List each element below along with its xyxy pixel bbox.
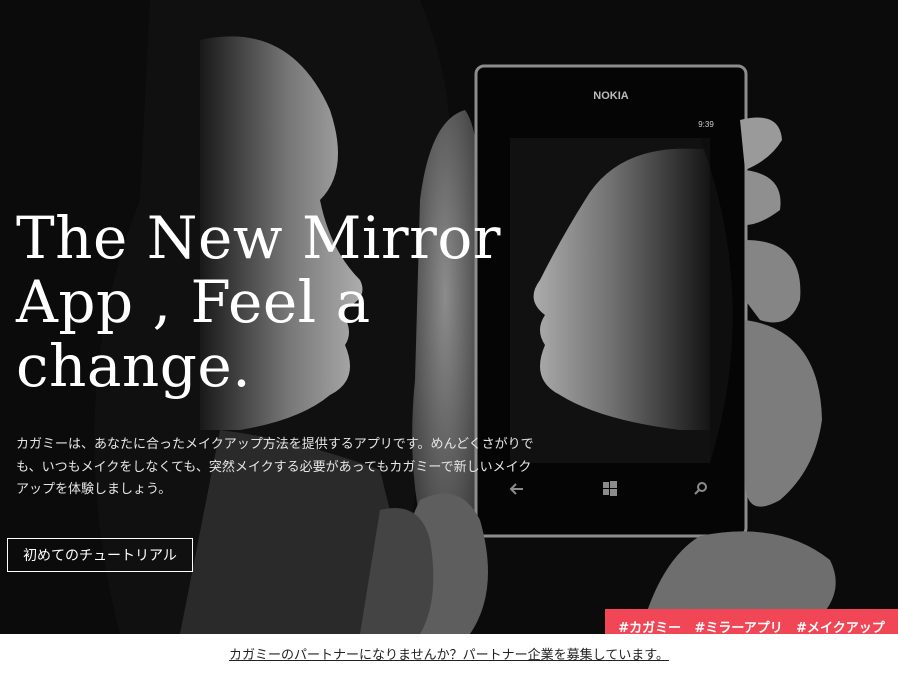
tag-makeup[interactable]: #メイクアップ (796, 617, 885, 636)
tag-mirror-app[interactable]: #ミラーアプリ (694, 617, 782, 636)
hero-section: NOKIA 9:39 The New Mirror App , Feel a c… (0, 0, 898, 634)
hero-headline: The New Mirror App , Feel a change. (16, 206, 576, 398)
headline-line: The New Mirror (16, 204, 501, 272)
description-line: カガミーは、あなたに合ったメイクアップ方法を提供するアプリです。めんどくさがりで (16, 437, 534, 452)
headline-line: change. (16, 332, 252, 400)
headline-line: App , Feel a (16, 268, 371, 336)
phone-time-label: 9:39 (698, 120, 714, 129)
partner-recruit-link[interactable]: カガミーのパートナーになりませんか？パートナー企業を募集しています。 (0, 644, 898, 663)
hero-description: カガミーは、あなたに合ったメイクアップ方法を提供するアプリです。めんどくさがりで… (16, 434, 576, 502)
description-line: アップを体験しましょう。 (16, 482, 172, 497)
footer-bar: カガミーのパートナーになりませんか？パートナー企業を募集しています。 (0, 634, 898, 674)
tutorial-button[interactable]: 初めてのチュートリアル (7, 538, 193, 572)
phone-brand-label: NOKIA (593, 90, 629, 102)
description-line: も、いつもメイクをしなくても、突然メイクする必要があってもカガミーで新しいメイク (16, 459, 532, 475)
tag-kagamy[interactable]: #カガミー (618, 617, 681, 636)
